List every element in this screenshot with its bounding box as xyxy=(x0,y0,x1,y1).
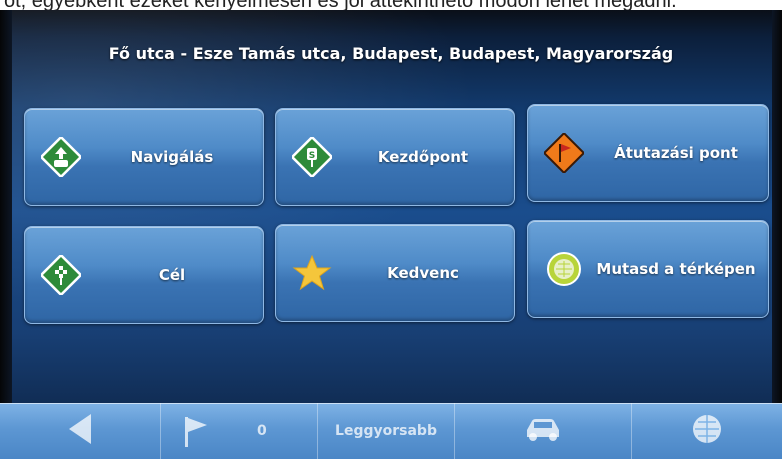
navigate-button[interactable]: Navigálás xyxy=(24,108,264,206)
map-button[interactable] xyxy=(632,403,782,459)
waypoint-button[interactable]: Átutazási pont xyxy=(527,104,769,202)
bottom-toolbar: 0 Leggyorsabb xyxy=(0,403,782,459)
globe-icon xyxy=(544,249,584,289)
globe-icon xyxy=(690,412,724,450)
favorite-label: Kedvenc xyxy=(387,263,459,282)
route-mode-button[interactable]: Leggyorsabb xyxy=(318,403,455,459)
navigate-icon xyxy=(41,137,81,177)
destination-button[interactable]: Cél xyxy=(24,226,264,324)
waypoint-flag-icon xyxy=(544,133,584,173)
start-point-button[interactable]: S Kezdőpont xyxy=(275,108,515,206)
svg-text:S: S xyxy=(309,151,315,161)
gps-screen: Fő utca - Esze Tamás utca, Budapest, Bud… xyxy=(0,10,782,459)
route-mode-label: Leggyorsabb xyxy=(335,423,437,439)
device-bezel-left xyxy=(0,10,12,459)
destination-label: Cél xyxy=(158,265,186,284)
star-icon xyxy=(292,253,332,293)
address-title: Fő utca - Esze Tamás utca, Budapest, Bud… xyxy=(108,44,674,63)
flag-icon xyxy=(183,415,209,453)
car-icon xyxy=(523,416,563,446)
navigate-label: Navigálás xyxy=(130,147,214,166)
show-on-map-label: Mutasd a térképen xyxy=(596,259,756,278)
back-arrow-icon xyxy=(65,412,95,450)
show-on-map-button[interactable]: Mutasd a térképen xyxy=(527,220,769,318)
waypoints-count-button[interactable]: 0 xyxy=(161,403,318,459)
favorite-button[interactable]: Kedvenc xyxy=(275,224,515,322)
start-point-icon: S xyxy=(292,137,332,177)
vehicle-button[interactable] xyxy=(455,403,632,459)
action-grid: Navigálás S Kezdőpont Átutazási pont Cél… xyxy=(24,104,776,326)
waypoint-label: Átutazási pont xyxy=(614,143,738,162)
destination-icon xyxy=(41,255,81,295)
waypoint-count: 0 xyxy=(257,423,267,439)
back-button[interactable] xyxy=(0,403,161,459)
start-point-label: Kezdőpont xyxy=(377,147,469,166)
